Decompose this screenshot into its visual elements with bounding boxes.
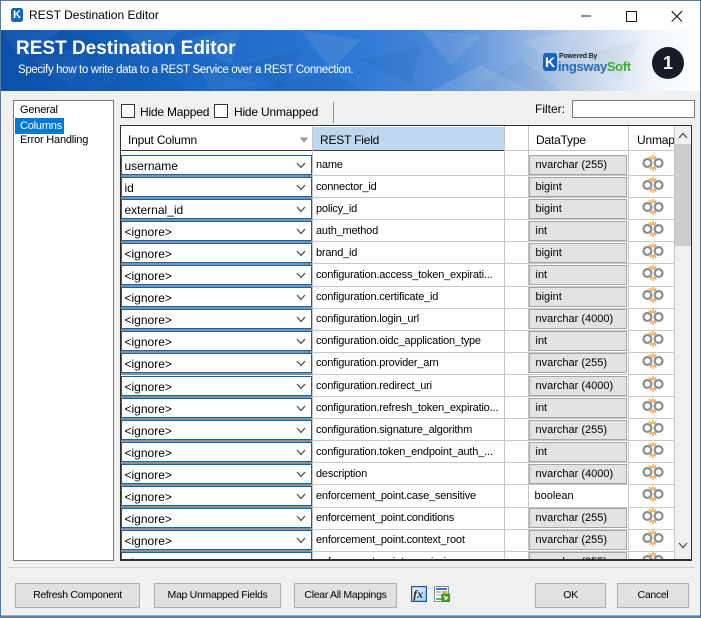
svg-text:fx: fx xyxy=(413,587,423,601)
